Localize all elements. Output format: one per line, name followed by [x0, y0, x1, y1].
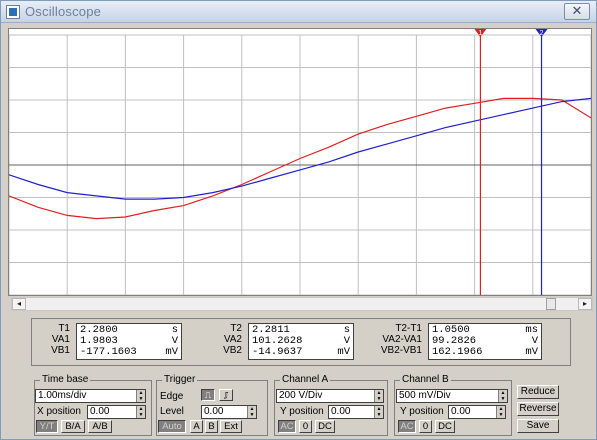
vb1-value: -177.1603 [80, 346, 137, 358]
t2-t1-label: T2-T1 [395, 323, 422, 334]
scroll-left-button[interactable]: ◂ [12, 298, 26, 310]
channel-b-y-position-value: 0.00 [451, 406, 471, 417]
x-position-value: 0.00 [90, 406, 110, 417]
spin-arrows-icon[interactable]: ▲ ▼ [374, 390, 383, 402]
reduce-button[interactable]: Reduce [517, 385, 559, 399]
spin-arrows-icon[interactable]: ▲ ▼ [498, 390, 507, 402]
time-scrollbar[interactable]: ◂ ▸ [11, 297, 593, 311]
channel-b-y-position-label: Y position [400, 406, 444, 417]
trigger-title: Trigger [162, 374, 198, 385]
t1-readout: 2.2800 s 1.9803 V -177.1603 mV [76, 323, 182, 360]
channel-a-y-position-field[interactable]: 0.00 ▲ ▼ [328, 405, 384, 419]
title-bar[interactable]: Oscilloscope ✕ [1, 1, 596, 23]
rising-edge-icon[interactable]: ⎍ [201, 389, 215, 401]
channel-b-y-position-field[interactable]: 0.00 ▲ ▼ [448, 405, 506, 419]
t2-label: T2 [230, 323, 242, 334]
t1-label: T1 [58, 323, 70, 334]
spin-arrows-icon[interactable]: ▲ ▼ [247, 406, 256, 418]
trigger-auto-button[interactable]: Auto [158, 420, 186, 433]
edge-label: Edge [160, 391, 184, 402]
oscilloscope-app-icon [6, 5, 20, 19]
channel-a-dc-button[interactable]: DC [315, 420, 335, 433]
channel-b-ac-button[interactable]: AC [398, 420, 416, 433]
timebase-scale-value: 1.00ms/div [38, 390, 87, 401]
level-label: Level [160, 406, 184, 417]
close-icon: ✕ [571, 4, 583, 19]
window-title: Oscilloscope [25, 4, 102, 19]
channel-a-y-position-label: Y position [280, 406, 324, 417]
x-position-label: X position [37, 406, 81, 417]
x-position-field[interactable]: 0.00 ▲ ▼ [87, 405, 146, 419]
channel-b-dc-button[interactable]: DC [435, 420, 455, 433]
oscilloscope-window: Oscilloscope ✕ 12 ◂ ▸ T1 VA1 VB1 2.2800 s [0, 0, 597, 440]
spin-arrows-icon[interactable]: ▲ ▼ [496, 406, 505, 418]
vb2-vb1-unit: mV [525, 346, 538, 358]
va2-label: VA2 [223, 334, 242, 345]
scope-display[interactable]: 12 [8, 28, 592, 296]
vb2-unit: mV [337, 346, 350, 358]
vb1-unit: mV [165, 346, 178, 358]
falling-edge-icon[interactable]: ⎎ [219, 389, 233, 401]
vb2-value: -14.9637 [252, 346, 303, 358]
scrollbar-thumb[interactable] [546, 298, 556, 310]
channel-a-y-position-value: 0.00 [331, 406, 351, 417]
arrow-left-icon: ◂ [16, 299, 21, 308]
channel-b-title: Channel B [400, 374, 451, 385]
channel-b-zero-button[interactable]: 0 [419, 420, 432, 433]
va1-label: VA1 [51, 334, 70, 345]
ba-mode-button[interactable]: B/A [61, 420, 85, 433]
scope-grid [9, 34, 591, 295]
diff-labels: T2-T1 VA2-VA1 VB2-VB1 [374, 323, 422, 356]
t2-labels: T2 VA2 VB2 [204, 323, 242, 356]
scroll-right-button[interactable]: ▸ [578, 298, 592, 310]
channel-a-title: Channel A [280, 374, 331, 385]
t1-labels: T1 VA1 VB1 [32, 323, 70, 356]
t2-readout: 2.2811 s 101.2628 V -14.9637 mV [248, 323, 354, 360]
save-button[interactable]: Save [517, 419, 559, 433]
channel-b-scale-value: 500 mV/Div [399, 390, 451, 401]
timebase-scale-field[interactable]: 1.00ms/div ▲ ▼ [35, 389, 146, 403]
spin-arrows-icon[interactable]: ▲ ▼ [136, 406, 145, 418]
arrow-right-icon: ▸ [582, 299, 587, 308]
channel-a-scale-field[interactable]: 200 V/Div ▲ ▼ [276, 389, 384, 403]
yt-mode-button[interactable]: Y/T [36, 420, 58, 433]
vb2-vb1-value: 162.1966 [432, 346, 483, 358]
channel-a-ac-button[interactable]: AC [278, 420, 296, 433]
cursor-1-label: 1 [478, 30, 482, 37]
close-button[interactable]: ✕ [564, 3, 590, 20]
diff-readout: 1.0500 ms 99.2826 V 162.1966 mV [428, 323, 542, 360]
scope-graph: 12 [9, 29, 591, 295]
channel-a-scale-value: 200 V/Div [279, 390, 323, 401]
channel-b-scale-field[interactable]: 500 mV/Div ▲ ▼ [396, 389, 508, 403]
spin-arrows-icon[interactable]: ▲ ▼ [136, 390, 145, 402]
trigger-level-value: 0.00 [204, 406, 224, 417]
reverse-button[interactable]: Reverse [517, 402, 559, 416]
trigger-level-field[interactable]: 0.00 ▲ ▼ [201, 405, 257, 419]
timebase-title: Time base [40, 374, 91, 385]
ab-mode-button[interactable]: A/B [88, 420, 112, 433]
scope-cursors[interactable]: 12 [474, 29, 548, 295]
va2-va1-label: VA2-VA1 [382, 334, 422, 345]
channel-a-zero-button[interactable]: 0 [299, 420, 312, 433]
spin-arrows-icon[interactable]: ▲ ▼ [374, 406, 383, 418]
measurement-panel: T1 VA1 VB1 2.2800 s 1.9803 V -177.1603 mV T… [31, 318, 571, 366]
trigger-b-button[interactable]: B [205, 420, 218, 433]
vb2-vb1-label: VB2-VB1 [380, 345, 422, 356]
cursor-2-label: 2 [540, 30, 544, 37]
trigger-ext-button[interactable]: Ext [220, 420, 242, 433]
trigger-a-button[interactable]: A [190, 420, 203, 433]
vb1-label: VB1 [51, 345, 70, 356]
vb2-label: VB2 [223, 345, 242, 356]
